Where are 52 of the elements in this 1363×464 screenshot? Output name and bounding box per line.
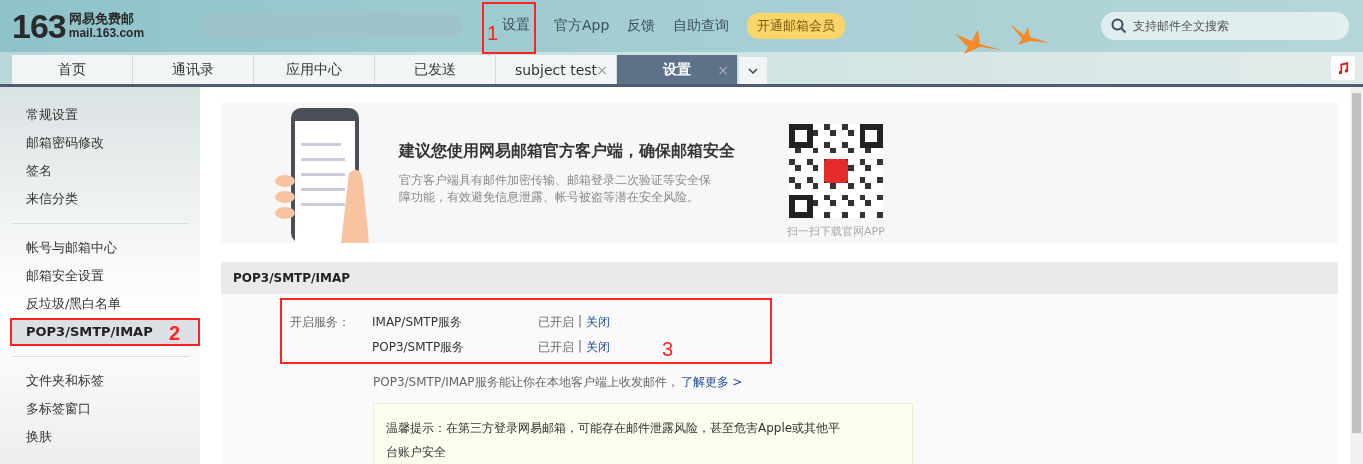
search-icon [1111,18,1127,34]
search-field[interactable]: 支持邮件全文搜索 [1101,12,1349,40]
tab[interactable]: subject test× [496,55,617,84]
caret-icon [748,67,758,74]
learn-more-link[interactable]: 了解更多 > [680,374,743,391]
nav-link[interactable]: 反馈 [627,13,656,39]
annotation-number: 1 [487,22,499,45]
sidebar-item[interactable]: 签名 [0,157,200,185]
sidebar-item[interactable]: 文件夹和标签 [0,367,200,395]
sidebar-item[interactable]: 帐号与邮箱中心 [0,234,200,262]
sidebar-item[interactable]: 常规设置 [0,101,200,129]
tab-dropdown-button[interactable] [739,57,767,84]
banner-description: 官方客户端具有邮件加密传输、邮箱登录二次验证等安全保障功能，有效避免信息泄露、帐号被盗等潜在安全风险。 [399,171,712,206]
nav-link[interactable]: 官方App [554,13,610,39]
tab[interactable]: 设置 × [617,55,738,84]
nav-link[interactable]: 自助查询 [673,13,730,39]
sidebar-item[interactable]: 邮箱安全设置 [0,262,200,290]
qr-code-icon [788,123,883,218]
separator-text: | [578,339,583,355]
section-title: POP3/SMTP/IMAP [233,271,350,285]
service-name: IMAP/SMTP服务 [372,314,463,331]
service-status: 已开启 [538,314,574,331]
sidebar-item[interactable]: 来信分类 [0,185,200,213]
sidebar-item[interactable]: 反垃圾/黑白名单 [0,290,200,318]
close-service-link[interactable]: 关闭 [586,339,611,356]
service-status: 已开启 [538,339,574,356]
nav-link[interactable]: 设置 [502,12,530,38]
scrollbar-thumb[interactable] [1352,93,1361,433]
logo-name: 网易免费邮 [68,11,135,26]
annotation-number: 3 [662,338,674,361]
sidebar-item[interactable]: 换肤 [0,423,200,451]
scrollbar[interactable] [1350,87,1363,464]
tab[interactable]: 首页 [12,55,133,84]
service-description: POP3/SMTP/IMAP服务能让你在本地客户端上收发邮件， [373,374,679,391]
music-button[interactable] [1331,56,1355,80]
logo-number: 163 [12,6,66,46]
tip-text: 温馨提示：在第三方登录网易邮箱，可能存在邮件泄露风险，甚至危害Apple或其他平台账户安全 [386,420,842,461]
close-service-link[interactable]: 关闭 [586,314,611,331]
sidebar-item[interactable]: POP3/SMTP/IMAP 2 [10,318,200,346]
banner-title: 建议您使用网易邮箱官方客户端，确保邮箱安全 [399,140,736,162]
vip-button[interactable]: 开通邮箱会员 [747,13,846,39]
tab[interactable]: 通讯录 [133,55,254,84]
sidebar-item[interactable]: 邮箱密码修改 [0,129,200,157]
sidebar-item[interactable]: 多标签窗口 [0,395,200,423]
services-label: 开启服务： [290,314,351,331]
music-note-icon [1337,61,1349,75]
separator-text: | [578,314,583,330]
tab[interactable]: 应用中心 [254,55,375,84]
service-name: POP3/SMTP服务 [372,339,466,356]
tab[interactable]: 已发送 [375,55,496,84]
annotation-number: 2 [168,321,180,346]
logo-domain: mail.163.com [68,26,145,41]
